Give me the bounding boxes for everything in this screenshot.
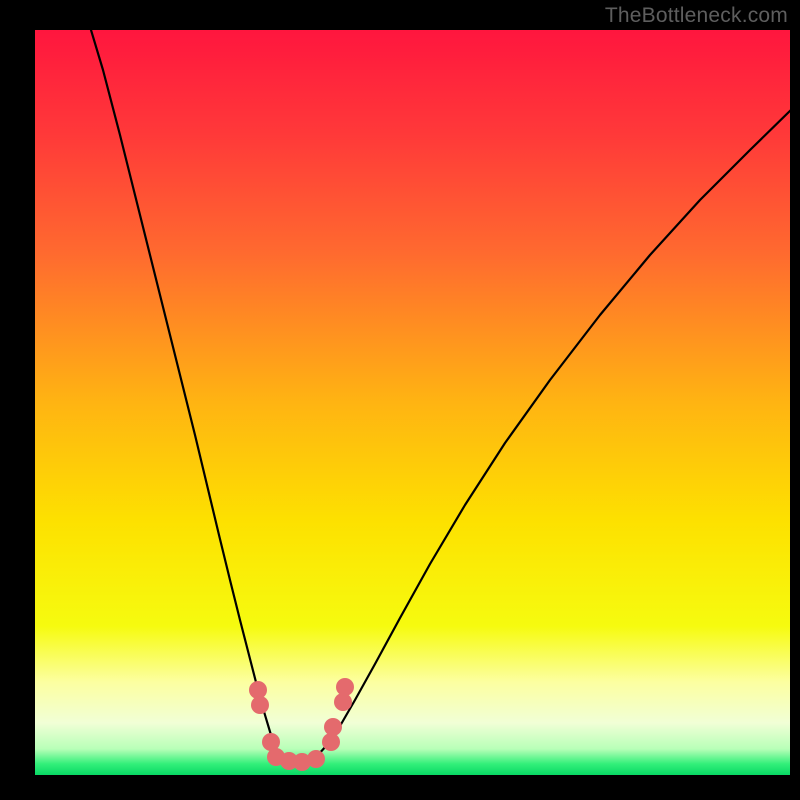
watermark-text: TheBottleneck.com — [605, 4, 788, 28]
highlight-dot — [251, 696, 269, 714]
chart-frame: TheBottleneck.com — [0, 0, 800, 800]
chart-background-gradient — [35, 30, 790, 775]
chart-plot-area — [35, 30, 790, 775]
chart-svg — [35, 30, 790, 775]
highlight-dot — [324, 718, 342, 736]
highlight-dot — [307, 750, 325, 768]
highlight-dot — [336, 678, 354, 696]
